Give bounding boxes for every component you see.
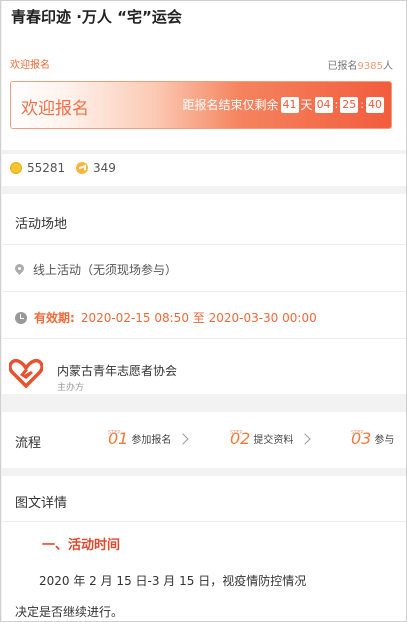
countdown-sep: : (360, 98, 364, 111)
section-heading: 一、活动时间 (42, 538, 121, 553)
coin-stat[interactable]: 55281 (10, 161, 65, 175)
activity-header: 青春印迹 ·万人 “宅”运会 欢迎报名 已报名9385人 欢迎报名 距报名结束仅… (2, 1, 406, 150)
signed-suffix: 人 (383, 61, 393, 72)
signed-count: 已报名9385人 (328, 57, 393, 72)
screen: 青春印迹 ·万人 “宅”运会 欢迎报名 已报名9385人 欢迎报名 距报名结束仅… (0, 0, 407, 622)
validity-label: 有效期: (34, 311, 75, 325)
step-tag: STEP (230, 430, 243, 436)
signed-prefix: 已报名 (327, 61, 358, 72)
details-section: 图文详情 一、活动时间 2020 年 2 月 15 日-3 月 15 日，视疫情… (2, 476, 406, 621)
countdown: 距报名结束仅剩余 41 天 04 : 25 : 40 (183, 96, 386, 113)
organizer-name[interactable]: 内蒙古青年志愿者协会 (57, 362, 177, 379)
page-title: 青春印迹 ·万人 “宅”运会 (11, 8, 182, 26)
divider (2, 291, 406, 292)
step-3: STEP 03 参与 (351, 430, 394, 448)
validity-row: 有效期: 2020-02-15 08:50 至 2020-03-30 00:00 (15, 309, 317, 326)
step-label: 参与 (374, 435, 395, 446)
step-tag: STEP (108, 430, 121, 436)
countdown-seconds: 40 (366, 96, 384, 113)
share-icon (76, 162, 88, 174)
signed-number: 9385 (357, 61, 383, 72)
chevron-right-icon (177, 433, 190, 445)
share-count: 349 (93, 161, 116, 175)
stats-bar: 55281 349 (2, 154, 406, 186)
welcome-label: 欢迎报名 (10, 60, 50, 71)
coin-icon (10, 162, 22, 174)
countdown-sep: : (334, 98, 339, 111)
location-text: 线上活动（无须现场参与） (33, 263, 178, 277)
paragraph-line: 2020 年 2 月 15 日-3 月 15 日，视疫情防控情况 (39, 574, 307, 588)
share-stat[interactable]: 349 (76, 161, 116, 175)
step-1: STEP 01 参加报名 (108, 430, 190, 448)
divider (2, 244, 406, 245)
details-title: 图文详情 (15, 496, 68, 511)
countdown-minutes: 25 (340, 96, 359, 113)
step-2: STEP 02 提交资料 (230, 430, 312, 448)
coin-count: 55281 (27, 161, 66, 175)
chevron-right-icon (299, 433, 312, 445)
step-label: 参加报名 (131, 435, 172, 446)
countdown-days: 41 (280, 96, 299, 113)
step-number: STEP 01 (108, 430, 128, 448)
process-section: 流程 STEP 01 参加报名 STEP 02 提交资料 STEP 03 参与 (2, 412, 406, 468)
location-pin-icon (15, 264, 24, 276)
step-tag: STEP (351, 430, 364, 436)
organizer-role: 主办方 (57, 383, 85, 393)
divider (2, 521, 406, 522)
signup-banner[interactable]: 欢迎报名 距报名结束仅剩余 41 天 04 : 25 : 40 (10, 81, 392, 129)
clock-icon (15, 311, 27, 324)
step-label: 提交资料 (253, 435, 294, 446)
step-number: STEP 02 (230, 430, 250, 448)
paragraph-line: 决定是否继续进行。 (15, 605, 124, 619)
venue-title: 活动场地 (15, 217, 68, 232)
process-title: 流程 (15, 436, 42, 451)
details-paragraph: 2020 年 2 月 15 日-3 月 15 日，视疫情防控情况 决定是否继续进… (15, 566, 355, 621)
countdown-days-unit: 天 (300, 98, 313, 112)
banner-title: 欢迎报名 (21, 99, 89, 119)
location-row[interactable]: 线上活动（无须现场参与） (15, 261, 177, 278)
validity-range: 2020-02-15 08:50 至 2020-03-30 00:00 (80, 311, 317, 325)
organizer-logo-icon (9, 358, 43, 388)
countdown-hours: 04 (314, 96, 333, 113)
step-number: STEP 03 (351, 430, 371, 448)
venue-section: 活动场地 线上活动（无须现场参与） 有效期: 2020-02-15 08:50 … (2, 194, 406, 394)
countdown-prefix: 距报名结束仅剩余 (182, 98, 279, 112)
divider (2, 338, 406, 339)
